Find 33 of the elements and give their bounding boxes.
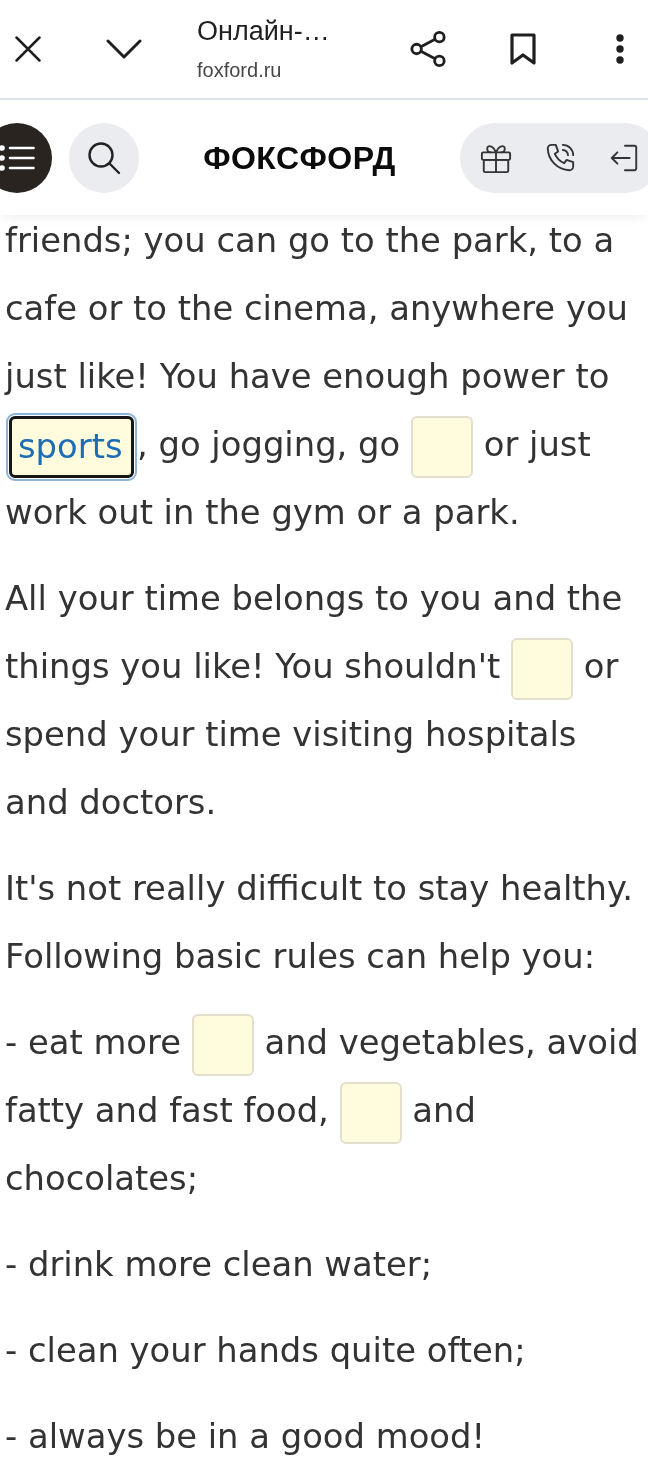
text-line: chocolates; xyxy=(5,1159,199,1198)
text-line: All your time belongs to you and the xyxy=(5,579,623,618)
text-line: things you like! You shouldn't xyxy=(5,647,502,686)
text-line: friends; you can go to the park, to a xyxy=(5,221,615,260)
share-icon xyxy=(409,30,447,68)
text-line: - eat more xyxy=(5,1023,182,1062)
page-url: foxford.ru xyxy=(197,58,283,83)
search-icon xyxy=(87,140,121,175)
chevron-down-icon xyxy=(106,39,142,59)
text-line: or just xyxy=(482,425,591,464)
paragraph-text: - always be in a good mood! xyxy=(5,1416,487,1458)
page-title: Онлайн-… xyxy=(197,15,330,47)
paragraph-text: - drink more clean water; xyxy=(5,1244,433,1286)
answer-box[interactable]: sports xyxy=(9,415,134,478)
close-icon xyxy=(15,36,41,62)
text-line: or xyxy=(582,647,619,686)
site-logo[interactable]: ФОКСФОРД xyxy=(203,141,396,174)
text-line: , go jogging, go xyxy=(137,425,402,464)
text-line: spend your time visiting hospitals xyxy=(5,715,577,754)
phone-icon xyxy=(544,141,576,174)
text-line: and vegetables, avoid xyxy=(263,1023,639,1062)
menu-icon xyxy=(0,144,35,171)
text-line: fatty and fast food, xyxy=(5,1091,330,1130)
text-line: work out in the gym or a park. xyxy=(5,493,520,532)
text-line: cafe or to the cinema, anywhere you xyxy=(5,289,628,328)
paragraph-text: - clean your hands quite often; xyxy=(5,1330,527,1372)
more-icon xyxy=(616,34,624,64)
menu-button[interactable] xyxy=(0,122,52,193)
text-line: and xyxy=(411,1091,476,1130)
text-line: and doctors. xyxy=(5,783,217,822)
text-line: just like! You have enough power to xyxy=(5,357,610,396)
bookmark-icon xyxy=(510,33,536,65)
paragraph-text: It's not really difficult to stay healthy. Following basic rules can help you: xyxy=(5,868,634,978)
